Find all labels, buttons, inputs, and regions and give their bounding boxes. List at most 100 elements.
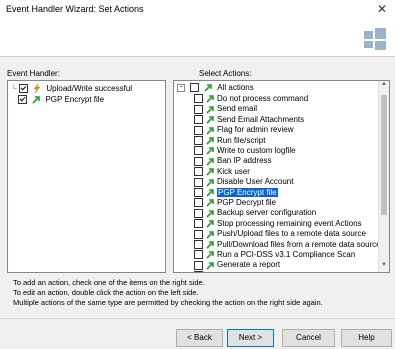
action-item-label: Flag for admin review <box>217 125 294 135</box>
action-item-label: Stop processing remaining event Actions <box>217 218 362 228</box>
checkbox-icon[interactable] <box>190 83 200 93</box>
green-arrow-icon <box>206 261 214 270</box>
action-item[interactable]: Generate a report <box>194 259 280 270</box>
checkbox-checked-icon[interactable] <box>18 95 27 105</box>
action-item[interactable]: Flag for admin review <box>194 124 293 135</box>
event-handler-tree[interactable]: └ Upload/Write successful PGP Encrypt fi… <box>7 80 166 273</box>
green-arrow-icon <box>206 230 214 239</box>
checkbox-icon[interactable] <box>194 135 203 145</box>
green-arrow-icon <box>206 137 214 145</box>
checkbox-icon[interactable] <box>194 250 203 260</box>
green-arrow-icon <box>206 147 214 155</box>
action-item-label: Do not process command <box>217 94 309 103</box>
green-arrow-icon <box>206 157 214 166</box>
checkbox-icon[interactable] <box>194 104 203 114</box>
green-arrow-icon <box>206 241 214 249</box>
action-item-label: Write to custom logfile <box>217 146 296 155</box>
action-item[interactable]: Write to custom logfile <box>194 145 296 156</box>
green-arrow-icon <box>206 95 214 103</box>
instructions-text: To add an action, check one of the items… <box>13 278 323 308</box>
green-arrow-icon <box>32 96 41 104</box>
back-button[interactable]: < Back <box>176 329 223 347</box>
green-arrow-icon <box>206 251 214 259</box>
checkbox-icon[interactable] <box>194 219 203 229</box>
action-item[interactable]: Pull/Download files from a remote data s… <box>194 239 381 250</box>
help-button[interactable]: Help <box>341 329 392 347</box>
windows-logo-icon <box>364 26 386 50</box>
checkbox-icon[interactable] <box>194 187 203 197</box>
action-item-label: PGP Decrypt file <box>217 198 276 207</box>
checkbox-icon[interactable] <box>194 271 203 272</box>
green-arrow-icon <box>206 168 214 176</box>
footer-divider <box>0 318 395 319</box>
green-arrow-icon <box>204 84 213 92</box>
checkbox-icon[interactable] <box>194 229 203 239</box>
checkbox-icon[interactable] <box>194 167 203 177</box>
handler-item-upload[interactable]: └ Upload/Write successful <box>11 83 132 94</box>
instruction-line: To add an action, check one of the items… <box>13 278 205 287</box>
scroll-thumb[interactable] <box>381 95 387 215</box>
action-item-label: Run file/script <box>217 135 266 145</box>
green-arrow-icon <box>206 271 214 273</box>
actions-root-label: All actions <box>217 83 254 92</box>
green-arrow-icon <box>206 189 214 197</box>
action-item[interactable]: Disable User Account <box>194 176 293 187</box>
checkbox-icon[interactable] <box>194 208 203 218</box>
action-item[interactable]: Run file/script <box>194 135 265 146</box>
handler-item-pgp-encrypt[interactable]: PGP Encrypt file <box>18 94 104 105</box>
action-item[interactable]: Backup server configuration <box>194 207 316 218</box>
action-item-label: Generate a report <box>217 260 281 270</box>
window-title: Event Handler Wizard: Set Actions <box>6 4 144 14</box>
checkbox-icon[interactable] <box>194 94 203 104</box>
action-item[interactable]: Ban IP address <box>194 155 272 166</box>
green-arrow-icon <box>206 178 214 187</box>
vertical-scrollbar[interactable]: ▲ ▼ <box>378 81 389 272</box>
checkbox-icon[interactable] <box>194 125 203 135</box>
checkbox-checked-icon[interactable] <box>18 84 28 94</box>
instruction-line: Multiple actions of the same type are pe… <box>13 298 323 307</box>
action-item-label: Push/Upload files to a remote data sourc… <box>217 229 366 239</box>
checkbox-icon[interactable] <box>194 115 203 125</box>
select-actions-tree[interactable]: − All actions Do not process command Send… <box>173 80 390 273</box>
action-item[interactable]: Run a PCI-DSS v3.1 Compliance Scan <box>194 249 355 260</box>
actions-root-item[interactable]: − All actions <box>177 82 254 93</box>
checkbox-icon[interactable] <box>194 146 203 156</box>
action-item[interactable]: Zip files <box>194 270 245 273</box>
collapse-icon[interactable]: − <box>177 83 185 92</box>
scroll-up-icon[interactable]: ▲ <box>379 81 389 91</box>
scroll-down-icon[interactable]: ▼ <box>379 262 389 272</box>
checkbox-icon[interactable] <box>194 177 203 187</box>
action-item-label: Pull/Download files from a remote data s… <box>217 239 381 249</box>
action-item[interactable]: PGP Encrypt file <box>194 187 278 198</box>
action-item[interactable]: PGP Decrypt file <box>194 197 276 208</box>
event-handler-label: Event Handler: <box>7 69 60 78</box>
close-icon[interactable]: ✕ <box>377 2 387 16</box>
action-item-label: Kick user <box>217 166 250 176</box>
checkbox-icon[interactable] <box>194 239 203 249</box>
title-bar: Event Handler Wizard: Set Actions ✕ <box>0 0 395 18</box>
action-item[interactable]: Push/Upload files to a remote data sourc… <box>194 228 366 239</box>
action-item[interactable]: Send email <box>194 103 257 114</box>
action-item-label: Send Email Attachments <box>217 114 305 124</box>
green-arrow-icon <box>206 116 214 124</box>
cancel-button[interactable]: Cancel <box>282 329 335 347</box>
action-item-label: Ban IP address <box>217 156 272 166</box>
action-item-label: PGP Encrypt file <box>217 187 278 197</box>
action-item[interactable]: Do not process command <box>194 93 308 104</box>
next-button[interactable]: Next > <box>227 329 274 347</box>
action-item-label: Run a PCI-DSS v3.1 Compliance Scan <box>217 250 356 259</box>
checkbox-icon[interactable] <box>194 198 203 208</box>
select-actions-label: Select Actions: <box>199 69 252 78</box>
action-item[interactable]: Stop processing remaining event Actions <box>194 218 362 229</box>
checkbox-icon[interactable] <box>194 260 203 270</box>
handler-item-label: Upload/Write successful <box>46 84 133 93</box>
lightning-icon <box>33 84 41 94</box>
green-arrow-icon <box>206 199 214 207</box>
green-arrow-icon <box>206 220 214 228</box>
checkbox-icon[interactable] <box>194 156 203 166</box>
instruction-line: To edit an action, double click the acti… <box>13 288 199 297</box>
action-item[interactable]: Send Email Attachments <box>194 114 304 125</box>
action-item[interactable]: Kick user <box>194 166 250 177</box>
action-item-label: Send email <box>217 104 258 114</box>
green-arrow-icon <box>206 105 214 114</box>
